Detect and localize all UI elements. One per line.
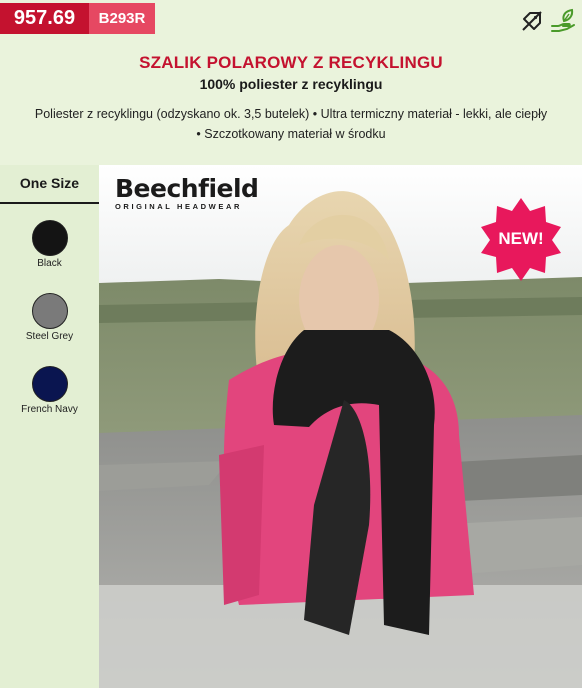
swatch-dot bbox=[31, 293, 68, 329]
no-discount-icon bbox=[520, 9, 544, 33]
size-divider bbox=[0, 202, 99, 204]
color-swatch-black[interactable]: Black bbox=[0, 220, 99, 269]
product-ref-badge: B293R bbox=[89, 3, 155, 34]
product-subtitle: 100% poliester z recyklingu bbox=[199, 76, 383, 92]
swatch-dot bbox=[31, 366, 68, 402]
product-header: 957.69 B293R SZALIK POLAROWY Z RECYKLING… bbox=[0, 0, 582, 165]
product-code-badge: 957.69 bbox=[0, 3, 89, 34]
eco-hand-leaf-icon bbox=[550, 8, 576, 34]
description-line-1: Poliester z recyklingu (odzyskano ok. 3,… bbox=[34, 107, 548, 121]
new-badge-label: NEW! bbox=[498, 229, 544, 248]
brand-logo: Beechfield ORIGINAL HEADWEAR bbox=[115, 174, 259, 212]
swatch-dot bbox=[31, 220, 68, 256]
size-label: One Size bbox=[19, 175, 80, 191]
color-swatch-french-navy[interactable]: French Navy bbox=[0, 366, 99, 415]
feature-icons bbox=[520, 8, 576, 34]
brand-tagline: ORIGINAL HEADWEAR bbox=[115, 202, 242, 211]
swatch-name: French Navy bbox=[21, 404, 78, 415]
brand-name: Beechfield bbox=[115, 174, 259, 203]
product-description: Poliester z recyklingu (odzyskano ok. 3,… bbox=[14, 104, 568, 144]
color-swatch-steel-grey[interactable]: Steel Grey bbox=[0, 293, 99, 342]
color-sidebar: One Size Black Steel Grey French Navy bbox=[0, 165, 99, 688]
product-title: SZALIK POLAROWY Z RECYKLINGU bbox=[139, 53, 443, 72]
description-line-2: • Szczotkowany materiał w środku bbox=[196, 127, 386, 141]
swatch-name: Steel Grey bbox=[25, 331, 74, 342]
swatch-name: Black bbox=[37, 258, 62, 269]
